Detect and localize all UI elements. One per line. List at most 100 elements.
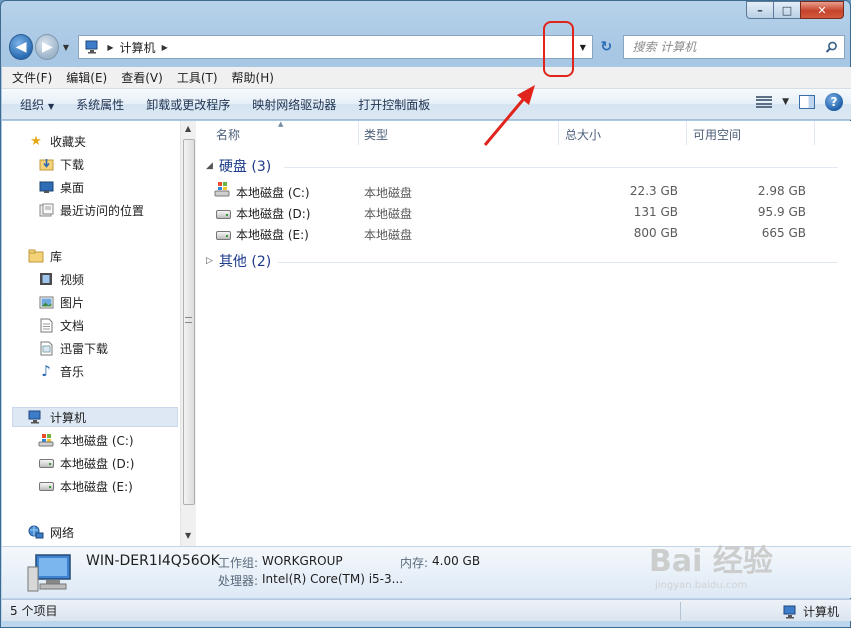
maximize-button[interactable]: □ [773, 1, 800, 19]
address-dropdown-button[interactable]: ▼ [572, 36, 592, 58]
menu-bar: 文件(F) 编辑(E) 查看(V) 工具(T) 帮助(H) [2, 67, 851, 89]
nav-network-label: 网络 [50, 525, 75, 540]
music-note-icon: ♪ [41, 362, 51, 380]
table-row[interactable]: 本地磁盘 (D:) 本地磁盘 131 GB 95.9 GB [214, 202, 814, 223]
breadcrumb-separator-icon[interactable]: ▶ [107, 43, 113, 52]
nav-pictures[interactable]: 图片 [38, 292, 84, 312]
drive-total-size: 131 GB [633, 205, 678, 219]
refresh-button[interactable]: ↻ [595, 35, 617, 59]
organize-button[interactable]: 组织 ▼ [20, 96, 54, 113]
close-button[interactable]: ✕ [800, 1, 844, 19]
status-location: 计算机 [783, 603, 839, 620]
navigation-bar: ◀ ▶ ▼ ▶ 计算机 ▶ ▼ ↻ [9, 33, 845, 61]
column-header-name[interactable]: 名称 [216, 121, 240, 147]
open-control-panel-button[interactable]: 打开控制面板 [358, 96, 430, 113]
search-box[interactable] [623, 35, 845, 59]
nav-pictures-label: 图片 [60, 295, 85, 310]
minimize-button[interactable]: – [746, 1, 773, 19]
back-button[interactable]: ◀ [9, 34, 34, 60]
nav-drive-d[interactable]: 本地磁盘 (D:) [38, 453, 134, 473]
recent-places-icon [38, 202, 54, 218]
map-network-drive-button[interactable]: 映射网络驱动器 [252, 96, 336, 113]
change-view-icon[interactable] [756, 96, 773, 108]
column-divider[interactable] [358, 121, 359, 145]
picture-icon [38, 294, 54, 310]
view-controls: ▼ ? [756, 93, 843, 111]
preview-pane-icon[interactable] [799, 95, 815, 109]
nav-recent-places[interactable]: 最近访问的位置 [38, 200, 144, 220]
menu-help[interactable]: 帮助(H) [232, 69, 274, 86]
menu-tools[interactable]: 工具(T) [177, 69, 218, 86]
column-divider[interactable] [814, 121, 815, 145]
breadcrumb-separator-icon[interactable]: ▶ [162, 43, 168, 52]
nav-network[interactable]: 网络 [28, 522, 74, 542]
menu-file[interactable]: 文件(F) [12, 69, 52, 86]
group-header-hard-disks[interactable]: ◢ 硬盘 (3) [206, 155, 271, 177]
hard-drive-icon [38, 478, 54, 494]
help-icon[interactable]: ? [825, 93, 843, 111]
group-header-other[interactable]: ▷ 其他 (2) [206, 250, 271, 272]
collapse-triangle-icon[interactable]: ◢ [206, 161, 213, 171]
drive-type: 本地磁盘 [364, 207, 413, 221]
nav-desktop[interactable]: 桌面 [38, 177, 84, 197]
nav-favorites-label: 收藏夹 [50, 134, 87, 149]
nav-downloads-label: 下载 [60, 157, 85, 172]
hard-drive-icon [38, 455, 54, 471]
memory-label: 内存: [400, 556, 429, 570]
baidu-watermark: Bai 经验 jingyan.baidu.com [649, 536, 773, 591]
document-icon [38, 317, 54, 333]
nav-music-label: 音乐 [60, 364, 85, 379]
column-divider[interactable] [558, 121, 559, 145]
nav-videos[interactable]: 视频 [38, 269, 84, 289]
column-header-total-size[interactable]: 总大小 [565, 121, 601, 147]
nav-drive-e[interactable]: 本地磁盘 (E:) [38, 476, 133, 496]
nav-music[interactable]: ♪ 音乐 [38, 361, 84, 381]
nav-libraries-label: 库 [50, 249, 63, 264]
nav-computer[interactable]: 计算机 [28, 407, 86, 427]
scroll-up-icon[interactable]: ▲ [185, 124, 191, 133]
caption-buttons: – □ ✕ [746, 1, 844, 19]
hard-drive-icon [216, 207, 232, 223]
sort-ascending-icon: ▲ [278, 120, 284, 128]
breadcrumb-computer[interactable]: 计算机 [120, 39, 156, 56]
star-icon: ★ [30, 133, 42, 149]
group-divider [284, 167, 838, 168]
desktop-icon [38, 179, 54, 195]
nav-drive-c-label: 本地磁盘 (C:) [60, 433, 134, 448]
chevron-down-icon: ▼ [48, 101, 55, 111]
uninstall-programs-button[interactable]: 卸载或更改程序 [146, 96, 230, 113]
forward-button[interactable]: ▶ [35, 34, 60, 60]
organize-label: 组织 [20, 97, 45, 112]
group-hard-disks-label: 硬盘 (3) [218, 159, 272, 175]
drive-free-space: 2.98 GB [757, 184, 806, 198]
memory-value: 4.00 GB [432, 554, 481, 568]
table-row[interactable]: 本地磁盘 (C:) 本地磁盘 22.3 GB 2.98 GB [214, 181, 814, 202]
menu-edit[interactable]: 编辑(E) [66, 69, 107, 86]
nav-documents[interactable]: 文档 [38, 315, 84, 335]
nav-downloads[interactable]: 下载 [38, 154, 84, 174]
status-bar: 5 个项目 计算机 [2, 599, 851, 621]
search-input[interactable] [632, 40, 823, 54]
column-header-free-space[interactable]: 可用空间 [693, 121, 741, 147]
navigation-scrollbar[interactable]: ▲ ▼ [180, 121, 196, 546]
table-row[interactable]: 本地磁盘 (E:) 本地磁盘 800 GB 665 GB [214, 223, 814, 244]
expand-triangle-icon[interactable]: ▷ [206, 256, 213, 266]
recent-pages-dropdown[interactable]: ▼ [59, 43, 72, 52]
column-header-type[interactable]: 类型 [364, 121, 388, 147]
drive-total-size: 22.3 GB [629, 184, 678, 198]
nav-desktop-label: 桌面 [60, 180, 85, 195]
view-options-dropdown[interactable]: ▼ [782, 97, 789, 107]
search-icon[interactable] [825, 41, 838, 54]
annotation-arrow-icon [483, 85, 535, 146]
system-properties-button[interactable]: 系统属性 [76, 96, 124, 113]
nav-drive-c[interactable]: 本地磁盘 (C:) [38, 430, 134, 450]
nav-libraries[interactable]: 库 [28, 246, 62, 266]
address-bar[interactable]: ▶ 计算机 ▶ ▼ [78, 35, 594, 59]
library-icon [28, 248, 44, 264]
nav-thunder-downloads[interactable]: 迅雷下载 [38, 338, 108, 358]
processor-label: 处理器: [218, 574, 259, 588]
column-divider[interactable] [686, 121, 687, 145]
menu-view[interactable]: 查看(V) [121, 69, 163, 86]
scroll-down-icon[interactable]: ▼ [185, 531, 191, 540]
nav-favorites[interactable]: ★ 收藏夹 [28, 131, 86, 151]
